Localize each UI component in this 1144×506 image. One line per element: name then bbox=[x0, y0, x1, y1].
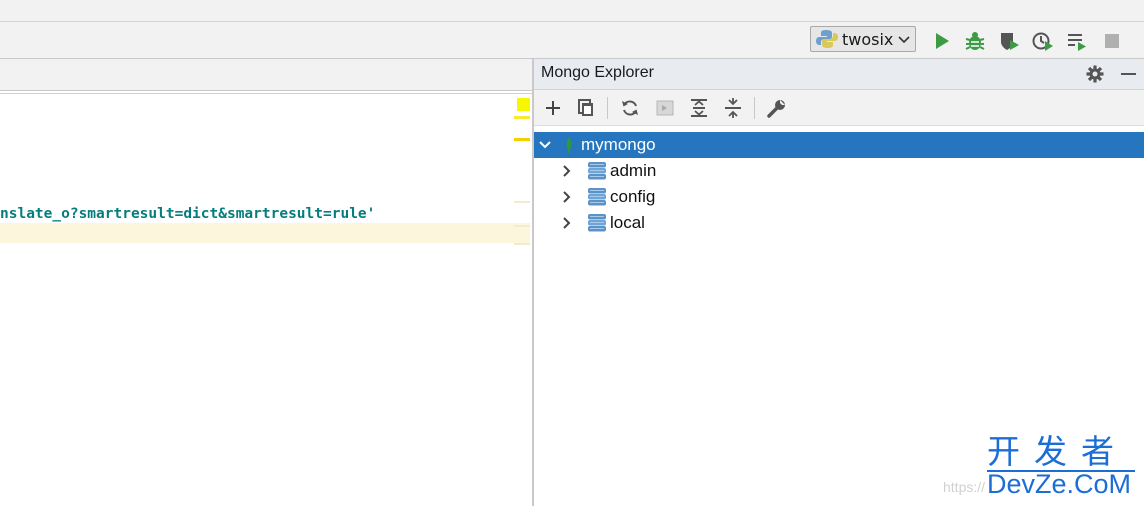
chevron-down-icon bbox=[898, 36, 910, 44]
watermark-url: https:// bbox=[943, 479, 986, 495]
stop-icon[interactable] bbox=[1101, 30, 1123, 52]
profile-icon[interactable] bbox=[1032, 30, 1054, 52]
settings-wrench-icon[interactable] bbox=[766, 97, 788, 119]
watermark-brand-cn: 开发者 bbox=[987, 432, 1128, 471]
expand-all-icon[interactable] bbox=[688, 97, 710, 119]
watermark-brand-en: DevZe.CoM bbox=[987, 469, 1132, 499]
refresh-icon[interactable] bbox=[619, 97, 641, 119]
database-icon bbox=[588, 188, 606, 206]
explorer-toolbar bbox=[534, 90, 1144, 126]
chevron-right-icon[interactable] bbox=[560, 216, 574, 230]
database-icon bbox=[588, 214, 606, 232]
collapse-all-icon[interactable] bbox=[722, 97, 744, 119]
toolbar-separator bbox=[607, 97, 608, 119]
ide-window: twosix nslate_o?smartresult=dict&smartre… bbox=[0, 0, 1144, 506]
tree-node-label: config bbox=[610, 187, 656, 206]
chevron-right-icon[interactable] bbox=[560, 164, 574, 178]
minimize-icon[interactable] bbox=[1121, 73, 1136, 75]
tree-node-label: admin bbox=[610, 161, 657, 180]
inspection-marker[interactable] bbox=[517, 98, 530, 111]
run-configuration-select[interactable]: twosix bbox=[810, 26, 916, 52]
error-stripe-mark[interactable] bbox=[514, 243, 530, 245]
mongodb-leaf-icon bbox=[566, 137, 572, 153]
tree-node-database[interactable]: local bbox=[534, 210, 1144, 236]
chevron-right-icon[interactable] bbox=[560, 190, 574, 204]
panel-title: Mongo Explorer bbox=[541, 64, 654, 81]
python-icon bbox=[816, 30, 838, 48]
main-toolbar: twosix bbox=[0, 22, 1144, 59]
menu-strip bbox=[0, 0, 1144, 22]
tree-node-database[interactable]: admin bbox=[534, 158, 1144, 184]
error-stripe-mark[interactable] bbox=[514, 201, 530, 203]
toolbar-separator bbox=[754, 97, 755, 119]
run-list-icon[interactable] bbox=[1066, 30, 1088, 52]
breadcrumb-divider bbox=[0, 93, 532, 94]
editor-tab-bar bbox=[0, 59, 532, 91]
code-editor[interactable]: nslate_o?smartresult=dict&smartresult=ru… bbox=[0, 59, 532, 506]
copy-icon[interactable] bbox=[575, 97, 597, 119]
run-configuration-label: twosix bbox=[842, 29, 894, 49]
add-icon[interactable] bbox=[542, 97, 564, 119]
code-string-literal: nslate_o?smartresult=dict&smartresult=ru… bbox=[0, 206, 376, 222]
tree-node-label: mymongo bbox=[581, 135, 656, 154]
error-stripe-mark[interactable] bbox=[514, 225, 530, 227]
current-line-highlight bbox=[0, 223, 530, 243]
gear-icon[interactable] bbox=[1086, 65, 1104, 83]
tree-node-label: local bbox=[610, 213, 645, 232]
console-icon[interactable] bbox=[654, 97, 676, 119]
panel-header: Mongo Explorer bbox=[534, 59, 1144, 90]
error-stripe-mark[interactable] bbox=[514, 138, 530, 141]
tree-node-connection[interactable]: mymongo bbox=[534, 132, 1144, 158]
error-stripe-mark[interactable] bbox=[514, 116, 530, 119]
run-icon[interactable] bbox=[931, 30, 953, 52]
chevron-down-icon[interactable] bbox=[538, 138, 552, 152]
debug-icon[interactable] bbox=[964, 30, 986, 52]
database-icon bbox=[588, 162, 606, 180]
coverage-icon[interactable] bbox=[998, 30, 1020, 52]
tree-node-database[interactable]: config bbox=[534, 184, 1144, 210]
